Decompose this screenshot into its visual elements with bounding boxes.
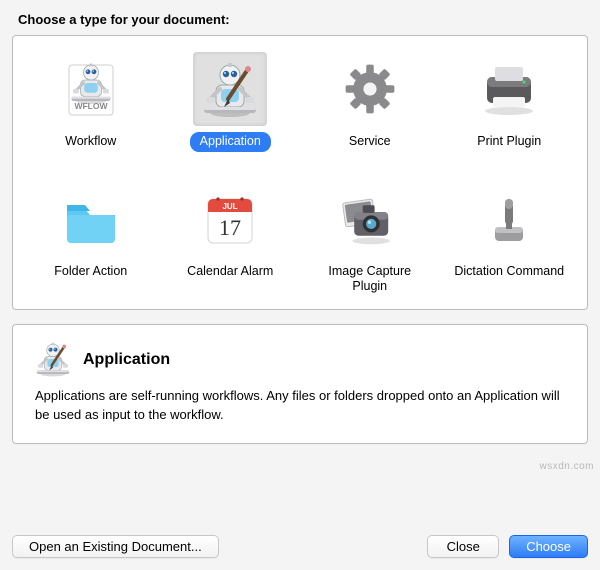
type-item-application[interactable]: Application xyxy=(165,52,295,152)
type-item-service[interactable]: Service xyxy=(305,52,435,152)
application-icon xyxy=(33,339,73,379)
svg-text:WFLOW: WFLOW xyxy=(74,101,108,111)
type-label: Application xyxy=(190,132,271,152)
calendar-icon: JUL 17 xyxy=(193,182,267,256)
type-item-workflow[interactable]: WFLOW Workflow xyxy=(26,52,156,152)
dialog-prompt: Choose a type for your document: xyxy=(18,12,588,27)
folder-icon xyxy=(54,182,128,256)
type-label: Image Capture Plugin xyxy=(305,262,435,297)
type-item-calendar-alarm[interactable]: JUL 17 Calendar Alarm xyxy=(165,182,295,297)
service-icon xyxy=(333,52,407,126)
type-label: Calendar Alarm xyxy=(177,262,283,282)
type-label: Print Plugin xyxy=(467,132,551,152)
choose-document-type-dialog: Choose a type for your document: WFLOW W… xyxy=(0,0,600,570)
type-item-folder-action[interactable]: Folder Action xyxy=(26,182,156,297)
description-title: Application xyxy=(83,349,170,369)
type-label: Workflow xyxy=(55,132,126,152)
calendar-month: JUL xyxy=(223,202,238,211)
workflow-icon: WFLOW xyxy=(54,52,128,126)
printer-icon xyxy=(472,52,546,126)
type-item-dictation[interactable]: Dictation Command xyxy=(444,182,574,297)
type-grid-container: WFLOW Workflow Application Service xyxy=(12,35,588,310)
calendar-day: 17 xyxy=(219,215,241,240)
type-label: Service xyxy=(339,132,401,152)
type-grid: WFLOW Workflow Application Service xyxy=(25,52,575,297)
description-text: Applications are self-running workflows.… xyxy=(33,387,567,425)
dialog-button-bar: Open an Existing Document... Close Choos… xyxy=(12,521,588,558)
microphone-icon xyxy=(472,182,546,256)
watermark-text: wsxdn.com xyxy=(539,461,594,472)
type-label: Folder Action xyxy=(44,262,137,282)
choose-button[interactable]: Choose xyxy=(509,535,588,558)
application-icon xyxy=(193,52,267,126)
type-item-image-capture[interactable]: Image Capture Plugin xyxy=(305,182,435,297)
open-existing-document-button[interactable]: Open an Existing Document... xyxy=(12,535,219,558)
type-label: Dictation Command xyxy=(444,262,574,282)
type-description-box: Application Applications are self-runnin… xyxy=(12,324,588,444)
camera-icon xyxy=(333,182,407,256)
type-item-print-plugin[interactable]: Print Plugin xyxy=(444,52,574,152)
close-button[interactable]: Close xyxy=(427,535,499,558)
